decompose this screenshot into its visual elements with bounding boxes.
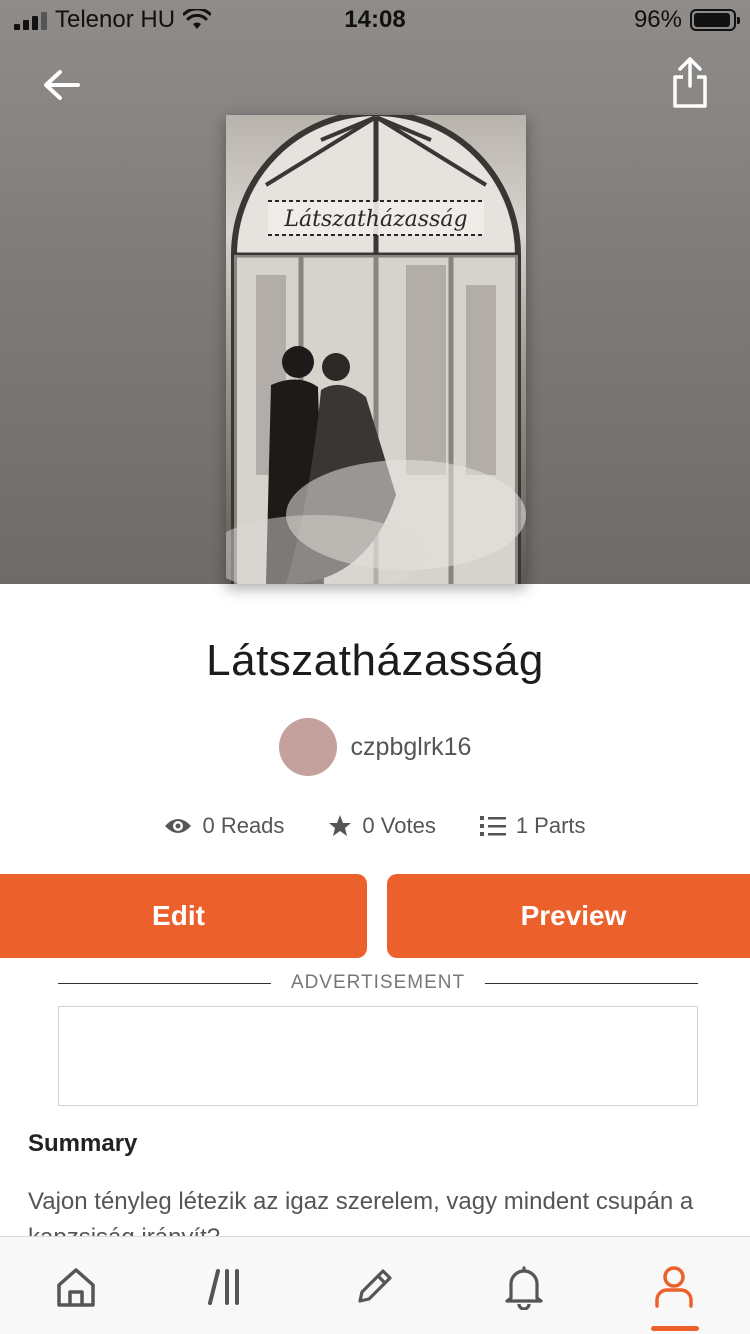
edit-button[interactable]: Edit bbox=[0, 874, 367, 958]
tab-write[interactable] bbox=[344, 1261, 404, 1313]
share-icon bbox=[673, 57, 707, 108]
cover-title-text: Látszatházasság bbox=[284, 207, 468, 232]
divider-line bbox=[485, 982, 698, 984]
advertisement-slot[interactable] bbox=[58, 1006, 698, 1106]
active-tab-indicator bbox=[651, 1326, 699, 1331]
library-icon bbox=[208, 1269, 239, 1305]
list-icon bbox=[479, 816, 506, 836]
author-row[interactable]: czpbglrk16 bbox=[0, 718, 750, 776]
status-bar: Telenor HU 14:08 96% bbox=[0, 0, 750, 40]
parts-count: 1 Parts bbox=[515, 813, 586, 838]
tab-notifications[interactable] bbox=[494, 1261, 554, 1313]
book-title: Látszatházasság bbox=[206, 636, 544, 685]
avatar bbox=[278, 718, 337, 776]
parts-stat: 1 Parts bbox=[479, 813, 586, 839]
tab-library[interactable] bbox=[197, 1261, 257, 1313]
cover-hero: Telenor HU 14:08 96% Látszatházasság bbox=[0, 0, 750, 584]
arrow-left-icon bbox=[44, 70, 80, 100]
home-icon bbox=[57, 1268, 95, 1307]
advertisement-divider: ADVERTISEMENT bbox=[58, 970, 698, 996]
cover-illustration bbox=[226, 115, 526, 584]
battery-percent: 96% bbox=[633, 6, 682, 33]
divider-line bbox=[58, 982, 271, 984]
tab-profile[interactable] bbox=[644, 1261, 704, 1313]
pencil-icon bbox=[358, 1269, 392, 1303]
back-button[interactable] bbox=[38, 60, 88, 110]
reads-stat: 0 Reads bbox=[164, 813, 284, 839]
share-button[interactable] bbox=[670, 56, 710, 110]
advertisement-label: ADVERTISEMENT bbox=[290, 972, 466, 993]
summary-heading: Summary bbox=[28, 1130, 138, 1157]
profile-icon bbox=[655, 1266, 693, 1308]
star-icon bbox=[329, 815, 352, 836]
bottom-tab-bar bbox=[0, 1236, 750, 1334]
reads-count: 0 Reads bbox=[202, 813, 285, 838]
votes-stat: 0 Votes bbox=[328, 813, 436, 839]
votes-count: 0 Votes bbox=[362, 813, 436, 838]
eye-icon bbox=[165, 819, 192, 833]
battery-icon bbox=[690, 9, 740, 31]
bell-icon bbox=[505, 1266, 543, 1310]
story-details-screen: Telenor HU 14:08 96% Látszatházasság Lát… bbox=[0, 0, 750, 1334]
book-cover-image[interactable]: Látszatházasság bbox=[226, 115, 526, 584]
story-stats: 0 Reads 0 Votes 1 Parts bbox=[0, 806, 750, 846]
tab-home[interactable] bbox=[46, 1261, 106, 1313]
preview-button[interactable]: Preview bbox=[387, 874, 750, 958]
author-name: czpbglrk16 bbox=[350, 732, 472, 761]
